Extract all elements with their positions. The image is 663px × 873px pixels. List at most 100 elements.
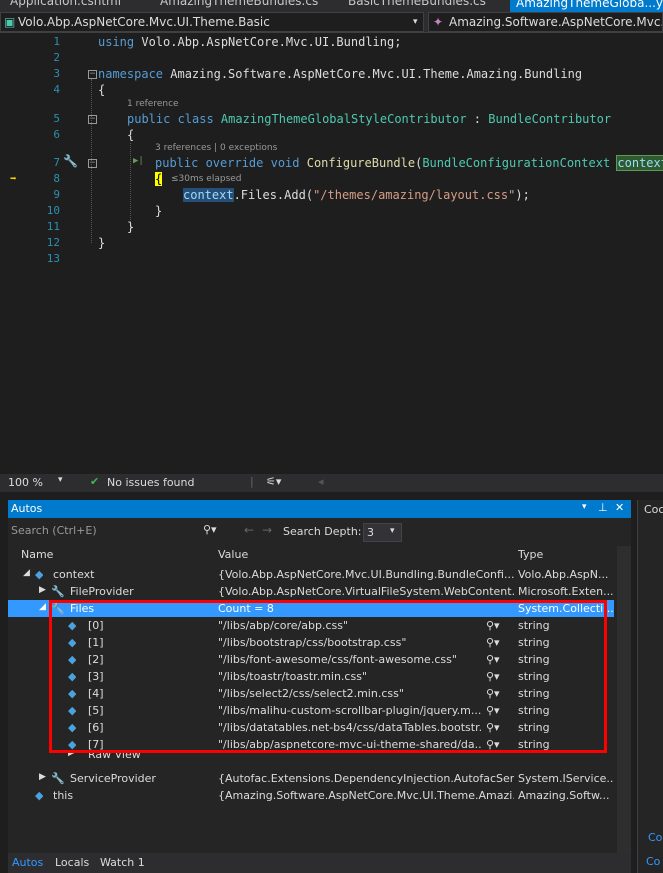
table-row[interactable]: ◆ this {Amazing.Software.AspNetCore.Mvc.… (8, 787, 614, 804)
autos-title: Autos (11, 502, 43, 515)
document-tabs: Application.cshtml AmazingThemeBundles.c… (0, 0, 663, 12)
chevron-down-icon: ▾ (413, 17, 418, 27)
dropdown-icon[interactable]: ▾ (582, 502, 587, 512)
member-dropdown[interactable]: ✦ Amazing.Software.AspNetCore.Mvc.UI.T (428, 12, 663, 32)
code-text: } (98, 236, 106, 250)
forward-arrow-icon[interactable]: → (262, 523, 272, 537)
expand-icon[interactable]: ▶ (39, 772, 46, 782)
code-line-10: } (155, 204, 162, 218)
column-header-type[interactable]: Type (518, 548, 614, 561)
table-row[interactable]: ▶ Raw View (8, 753, 614, 763)
variable-value: {Amazing.Software.AspNetCore.Mvc.UI.Them… (218, 789, 514, 802)
tab-locals[interactable]: Locals (55, 856, 89, 869)
check-circle-icon: ✔ (90, 475, 100, 488)
fold-guide (91, 79, 92, 243)
zoom-level[interactable]: 100 % (8, 476, 43, 489)
column-header-value[interactable]: Value (218, 548, 514, 561)
side-pane-tab[interactable]: Co (646, 855, 660, 868)
scrollbar[interactable] (617, 546, 631, 853)
variable-name: Raw View (88, 753, 141, 761)
tab-application-cshtml[interactable]: Application.cshtml (10, 0, 121, 8)
tab-watch-1[interactable]: Watch 1 (100, 856, 145, 869)
fold-toggle-icon[interactable]: − (88, 115, 97, 124)
line-number: 8 (53, 172, 60, 185)
keyword: public class (127, 112, 221, 126)
type-name: BundleContributor (488, 112, 612, 126)
line-number: 2 (53, 51, 60, 64)
debug-tool-tabs: Autos Locals Watch 1 (8, 853, 631, 873)
tab-global-style-contributor[interactable]: AmazingThemeGloba...yleContributor.cs (510, 0, 663, 12)
variable-name: ServiceProvider (70, 772, 156, 785)
perf-tip: ≤30ms elapsed (171, 174, 242, 184)
code-text: Amazing.Software.AspNetCore.Mvc.UI.Theme… (163, 67, 583, 81)
variable-name: context (53, 568, 95, 581)
brush-icon[interactable]: ⚟▾ (266, 475, 281, 488)
line-number: 1 (53, 35, 60, 48)
code-text: } (127, 220, 135, 234)
chevron-down-icon[interactable]: ▾ (58, 475, 63, 485)
close-icon[interactable]: ✕ (615, 501, 624, 514)
method-name: ConfigureBundle (306, 156, 416, 170)
code-line-1: using Volo.Abp.AspNetCore.Mvc.UI.Bundlin… (98, 35, 401, 49)
variable-name: this (53, 789, 74, 802)
wrench-icon[interactable]: 🔧 (63, 154, 78, 168)
indent-guide (130, 143, 131, 228)
expand-icon[interactable]: ▶ (39, 585, 46, 595)
codelens-method[interactable]: 3 references | 0 exceptions (155, 143, 277, 153)
search-depth-value: 3 (367, 526, 374, 539)
project-dropdown[interactable]: ▣ Volo.Abp.AspNetCore.Mvc.UI.Theme.Basic… (0, 12, 424, 32)
tab-autos[interactable]: Autos (12, 856, 43, 869)
code-text: : (466, 112, 489, 126)
parameter-name: context (616, 155, 663, 171)
variable-value: {Autofac.Extensions.DependencyInjection.… (218, 772, 514, 785)
navigation-bar: ▣ Volo.Abp.AspNetCore.Mvc.UI.Theme.Basic… (0, 12, 663, 33)
search-icon[interactable]: ⚲▾ (203, 523, 217, 536)
scroll-left-icon[interactable]: ◂ (318, 475, 324, 488)
fold-toggle-icon[interactable]: − (88, 70, 97, 79)
line-number: 5 (53, 112, 60, 125)
keyword: public override void (155, 156, 307, 170)
column-header-name[interactable]: Name (21, 548, 227, 561)
variable-type: Amazing.Softw... (518, 789, 610, 802)
table-row[interactable]: ◢ ◆ context {Volo.Abp.AspNetCore.Mvc.UI.… (8, 566, 614, 583)
run-to-cursor-icon[interactable]: ▶| (133, 156, 144, 166)
collapse-icon[interactable]: ◢ (39, 602, 46, 612)
line-number: 12 (46, 236, 60, 249)
highlight-box (49, 600, 607, 753)
code-editor[interactable]: 1 2 3 4 5 6 7 8 9 10 11 12 13 ➡ 🔧 ▶| − −… (0, 33, 663, 475)
string-literal: "/themes/amazing/layout.css" (313, 188, 516, 202)
variable-value: {Volo.Abp.AspNetCore.Mvc.UI.Bundling.Bun… (218, 568, 514, 581)
side-pane-tab[interactable]: Co (648, 831, 662, 844)
code-line-11: } (127, 220, 134, 234)
line-number: 13 (46, 252, 60, 265)
code-line-8: { (155, 172, 163, 186)
type-name: BundleConfigurationContext (422, 156, 611, 170)
keyword: using (98, 35, 135, 49)
code-line-4: { (98, 83, 105, 97)
keyword: namespace (98, 67, 164, 81)
line-number: 3 (53, 67, 60, 80)
line-number: 10 (46, 204, 60, 217)
project-name: Volo.Abp.AspNetCore.Mvc.UI.Theme.Basic (18, 15, 270, 29)
search-input[interactable]: Search (Ctrl+E) ⚲▾ (8, 523, 238, 541)
autos-title-bar: Autos ▾ ⊥ ✕ (8, 500, 631, 518)
table-row[interactable]: ▶ 🔧 ServiceProvider {Autofac.Extensions.… (8, 770, 614, 787)
tab-amazing-theme-bundles[interactable]: AmazingThemeBundles.cs (160, 0, 318, 8)
table-row[interactable]: ▶ 🔧 FileProvider {Volo.Abp.AspNetCore.Vi… (8, 583, 614, 600)
fold-toggle-icon[interactable]: − (88, 159, 97, 168)
code-text: .Files.Add( (233, 188, 314, 202)
collapse-icon[interactable]: ◢ (23, 568, 30, 578)
variable-value: {Volo.Abp.AspNetCore.VirtualFileSystem.W… (218, 585, 514, 598)
search-depth-select[interactable]: 3 ▾ (363, 523, 402, 542)
tab-basic-theme-bundles[interactable]: BasicThemeBundles.cs (348, 0, 486, 8)
issues-status[interactable]: No issues found (107, 476, 194, 489)
pin-icon[interactable]: ⊥ (598, 501, 608, 514)
code-line-12: } (98, 236, 105, 250)
back-arrow-icon[interactable]: ← (244, 523, 254, 537)
column-header-row: Name Value Type (8, 546, 614, 563)
side-pane: Coc Co Co (637, 500, 663, 873)
expand-icon[interactable]: ▶ (68, 753, 75, 758)
variable-type: System.IService... (518, 772, 614, 785)
wrench-icon: 🔧 (51, 772, 65, 785)
codelens-references[interactable]: 1 reference (127, 99, 179, 109)
